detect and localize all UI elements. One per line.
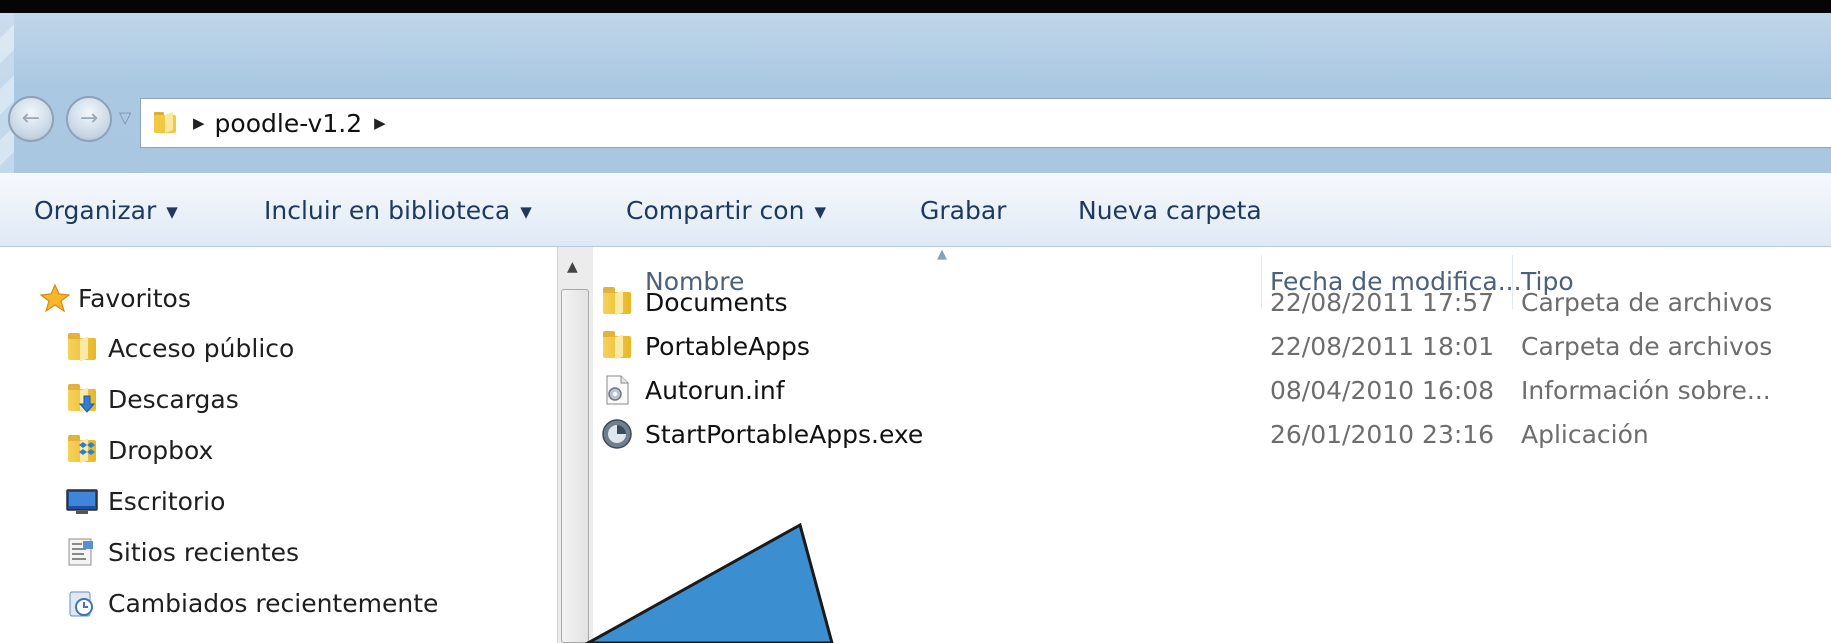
desktop-icon xyxy=(66,485,98,517)
downloads-folder-icon xyxy=(66,383,98,415)
dropbox-folder-icon xyxy=(66,434,98,466)
include-in-library-button[interactable]: Incluir en biblioteca ▼ xyxy=(264,196,532,225)
star-icon xyxy=(39,283,71,313)
nav-item-label: Descargas xyxy=(108,384,239,414)
file-row-documents[interactable]: Documents 22/08/2011 17:57 Carpeta de ar… xyxy=(595,280,1831,324)
back-arrow-icon: ← xyxy=(21,106,41,131)
file-type: Carpeta de archivos xyxy=(1521,288,1773,317)
file-name: Autorun.inf xyxy=(645,376,785,405)
file-date: 08/04/2010 16:08 xyxy=(1270,376,1495,405)
file-row-autorun[interactable]: Autorun.inf 08/04/2010 16:08 Información… xyxy=(595,368,1831,412)
file-type: Carpeta de archivos xyxy=(1521,332,1773,361)
file-type: Información sobre... xyxy=(1521,376,1771,405)
nav-item-desktop[interactable]: Escritorio xyxy=(66,485,225,517)
nav-item-label: Dropbox xyxy=(108,435,214,465)
file-row-startportableapps[interactable]: StartPortableApps.exe 26/01/2010 23:16 A… xyxy=(595,412,1831,456)
folder-icon xyxy=(601,330,633,362)
address-bar[interactable]: ▶ poodle-v1.2 ▶ xyxy=(140,98,1831,148)
nav-favorites-label: Favoritos xyxy=(78,283,191,313)
file-name: Documents xyxy=(645,288,788,317)
nav-item-label: Cambiados recientemente xyxy=(108,588,439,618)
app-icon xyxy=(601,418,633,450)
new-folder-button[interactable]: Nueva carpeta xyxy=(1078,196,1262,225)
nav-item-label: Sitios recientes xyxy=(108,537,300,567)
settings-file-icon xyxy=(601,374,633,406)
file-name: StartPortableApps.exe xyxy=(645,420,924,449)
folder-icon xyxy=(151,106,181,140)
nav-item-recent-places[interactable]: Sitios recientes xyxy=(66,536,299,568)
recently-changed-icon xyxy=(66,587,98,619)
back-button[interactable]: ← xyxy=(8,96,54,142)
forward-arrow-icon: → xyxy=(79,106,99,131)
command-toolbar: Organizar ▼ Incluir en biblioteca ▼ Compar… xyxy=(0,173,1831,247)
chevron-down-icon: ▼ xyxy=(166,203,178,221)
chevron-down-icon: ▼ xyxy=(814,203,826,221)
history-dropdown-icon[interactable]: ▽ xyxy=(119,108,131,127)
share-with-button[interactable]: Compartir con ▼ xyxy=(626,196,826,225)
nav-item-public-access[interactable]: Acceso público xyxy=(66,332,294,364)
nav-item-label: Escritorio xyxy=(108,486,226,516)
breadcrumb-chevron-icon[interactable]: ▶ xyxy=(193,114,205,132)
breadcrumb-chevron-icon[interactable]: ▶ xyxy=(374,114,386,132)
share-with-label: Compartir con xyxy=(626,196,805,225)
organize-label: Organizar xyxy=(34,196,157,225)
navigation-pane: Favoritos Acceso público Descargas Dropb… xyxy=(0,247,555,643)
file-row-portableapps[interactable]: PortableApps 22/08/2011 18:01 Carpeta de… xyxy=(595,324,1831,368)
forward-button[interactable]: → xyxy=(66,96,112,142)
file-date: 22/08/2011 18:01 xyxy=(1270,332,1495,361)
breadcrumb-item[interactable]: poodle-v1.2 xyxy=(215,109,363,138)
nav-item-downloads[interactable]: Descargas xyxy=(66,383,239,415)
file-date: 22/08/2011 17:57 xyxy=(1270,288,1495,317)
screen-top-edge xyxy=(0,0,1831,13)
scroll-up-arrow-icon[interactable]: ▲ xyxy=(567,259,578,275)
file-date: 26/01/2010 23:16 xyxy=(1270,420,1495,449)
chevron-down-icon: ▼ xyxy=(520,203,532,221)
folder-icon xyxy=(66,332,98,364)
file-name: PortableApps xyxy=(645,332,810,361)
nav-item-dropbox[interactable]: Dropbox xyxy=(66,434,213,466)
include-in-library-label: Incluir en biblioteca xyxy=(264,196,511,225)
file-list: ▲ Nombre Fecha de modifica... Tipo Docum… xyxy=(595,247,1831,643)
nav-item-label: Acceso público xyxy=(108,333,295,363)
organize-button[interactable]: Organizar ▼ xyxy=(34,196,178,225)
nav-item-recently-changed[interactable]: Cambiados recientemente xyxy=(66,587,438,619)
window-title-area xyxy=(0,13,1831,173)
recent-places-icon xyxy=(66,536,98,568)
file-type: Aplicación xyxy=(1521,420,1649,449)
folder-icon xyxy=(601,286,633,318)
scrollbar-thumb[interactable] xyxy=(561,289,589,643)
navpane-scrollbar[interactable]: ▲ xyxy=(557,247,593,643)
nav-favorites[interactable]: Favoritos xyxy=(39,283,191,313)
burn-button[interactable]: Grabar xyxy=(920,196,1006,225)
sort-ascending-icon: ▲ xyxy=(937,247,947,262)
